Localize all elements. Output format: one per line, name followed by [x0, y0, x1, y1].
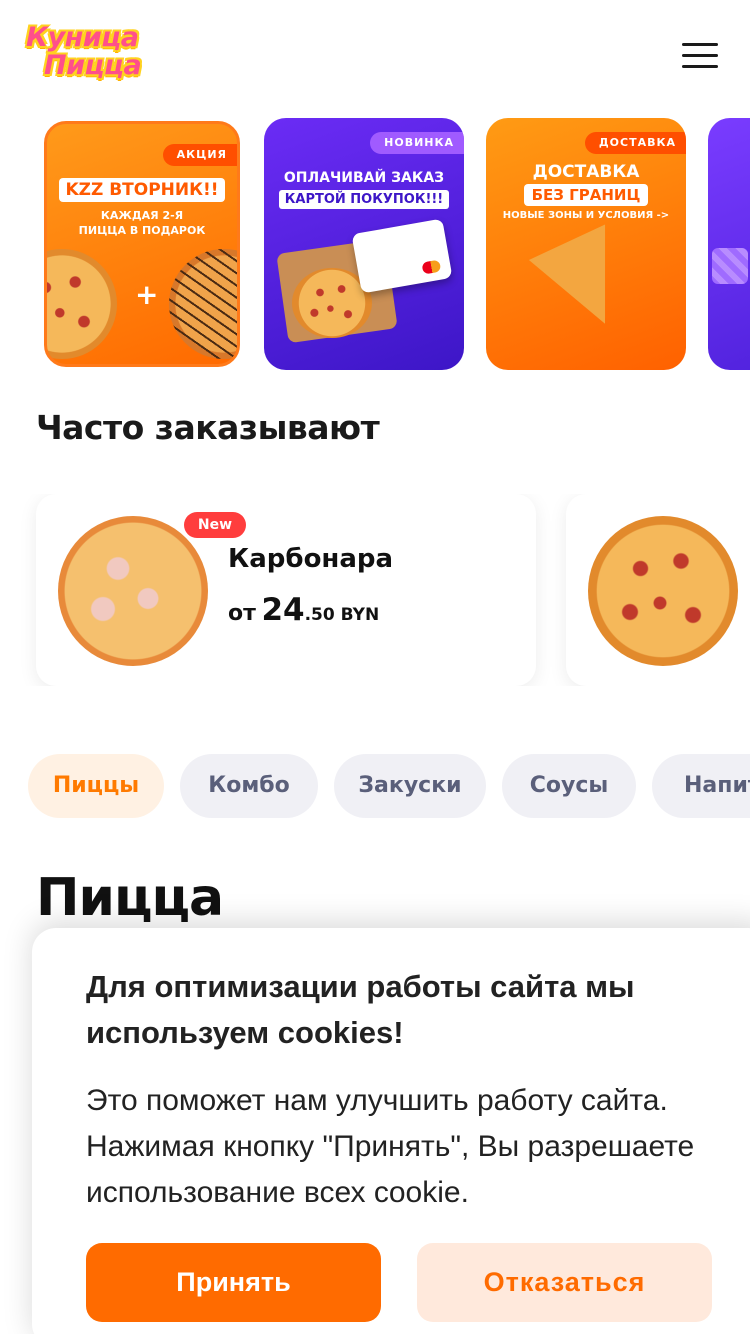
logo[interactable]: Куница Пицца [26, 24, 146, 86]
plus-icon: + [135, 278, 159, 311]
cookie-banner: Для оптимизации работы сайта мы использу… [32, 928, 750, 1334]
story-headline: ОПЛАЧИВАЙ ЗАКАЗ [283, 170, 445, 186]
menu-icon-bar [682, 54, 718, 57]
price-small: .50 BYN [304, 605, 380, 625]
story-tag: ДОСТАВКА [584, 132, 686, 154]
decline-button[interactable]: Отказаться [417, 1243, 712, 1322]
pizza-image [47, 249, 117, 359]
tab-pizzas[interactable]: Пиццы [28, 754, 164, 818]
header: Куница Пицца [0, 0, 750, 110]
story-payment[interactable]: НОВИНКА ОПЛАЧИВАЙ ЗАКАЗ КАРТОЙ ПОКУПОК!!… [264, 118, 464, 370]
frequent-carousel[interactable]: New Карбонара от 24.50 BYN [0, 494, 750, 686]
price-prefix: от [228, 601, 256, 626]
story-gift[interactable] [708, 118, 750, 370]
story-delivery[interactable]: ДОСТАВКА ДОСТАВКА БЕЗ ГРАНИЦ НОВЫЕ ЗОНЫ … [486, 118, 686, 370]
product-name: Карбонара [228, 544, 394, 574]
pizza-image [588, 516, 738, 666]
stories-carousel[interactable]: АКЦИЯ KZZ ВТОРНИК!! КАЖДАЯ 2-Я ПИЦЦА В П… [0, 118, 750, 370]
pizza-image [58, 516, 208, 666]
story-subline: КАРТОЙ ПОКУПОК!!! [264, 190, 464, 209]
tab-drinks[interactable]: Напит [652, 754, 750, 818]
cookie-title: Для оптимизации работы сайта мы использу… [86, 969, 635, 1050]
product-card[interactable]: New Карбонара от 24.50 BYN [36, 494, 536, 686]
new-badge: New [184, 512, 246, 538]
cookie-text: Это поможет нам улучшить работу сайта. Н… [86, 1084, 695, 1209]
price-main: 24 [261, 592, 305, 628]
logo-line-2: Пицца [44, 50, 142, 81]
accept-button[interactable]: Принять [86, 1243, 381, 1322]
category-tabs: Пиццы Комбо Закуски Соусы Напит [0, 754, 750, 818]
product-card[interactable] [566, 494, 750, 686]
pizza-slice-image [528, 224, 644, 342]
frequent-section-title: Часто заказывают [36, 408, 380, 447]
tab-snacks[interactable]: Закуски [334, 754, 486, 818]
payment-card-image [351, 218, 453, 294]
tab-combo[interactable]: Комбо [180, 754, 318, 818]
product-price: от 24.50 BYN [228, 592, 379, 628]
story-tag: АКЦИЯ [162, 144, 237, 166]
menu-icon[interactable] [682, 43, 718, 71]
story-note: НОВЫЕ ЗОНЫ И УСЛОВИЯ -> [502, 210, 670, 221]
menu-icon-bar [682, 43, 718, 46]
pizza-image [169, 249, 237, 359]
menu-icon-bar [682, 65, 718, 68]
section-heading: Пицца [36, 868, 224, 928]
story-subline: БЕЗ ГРАНИЦ [486, 184, 686, 206]
logo-line-1: Куница [26, 22, 139, 53]
tab-sauces[interactable]: Соусы [502, 754, 636, 818]
story-promo[interactable]: АКЦИЯ KZZ ВТОРНИК!! КАЖДАЯ 2-Я ПИЦЦА В П… [44, 121, 240, 367]
story-subline: КАЖДАЯ 2-Я ПИЦЦА В ПОДАРОК [78, 209, 206, 237]
story-headline: ДОСТАВКА [532, 162, 640, 182]
story-headline: KZZ ВТОРНИК!! [47, 178, 237, 202]
story-tag: НОВИНКА [370, 132, 464, 154]
gift-icon [712, 248, 748, 284]
